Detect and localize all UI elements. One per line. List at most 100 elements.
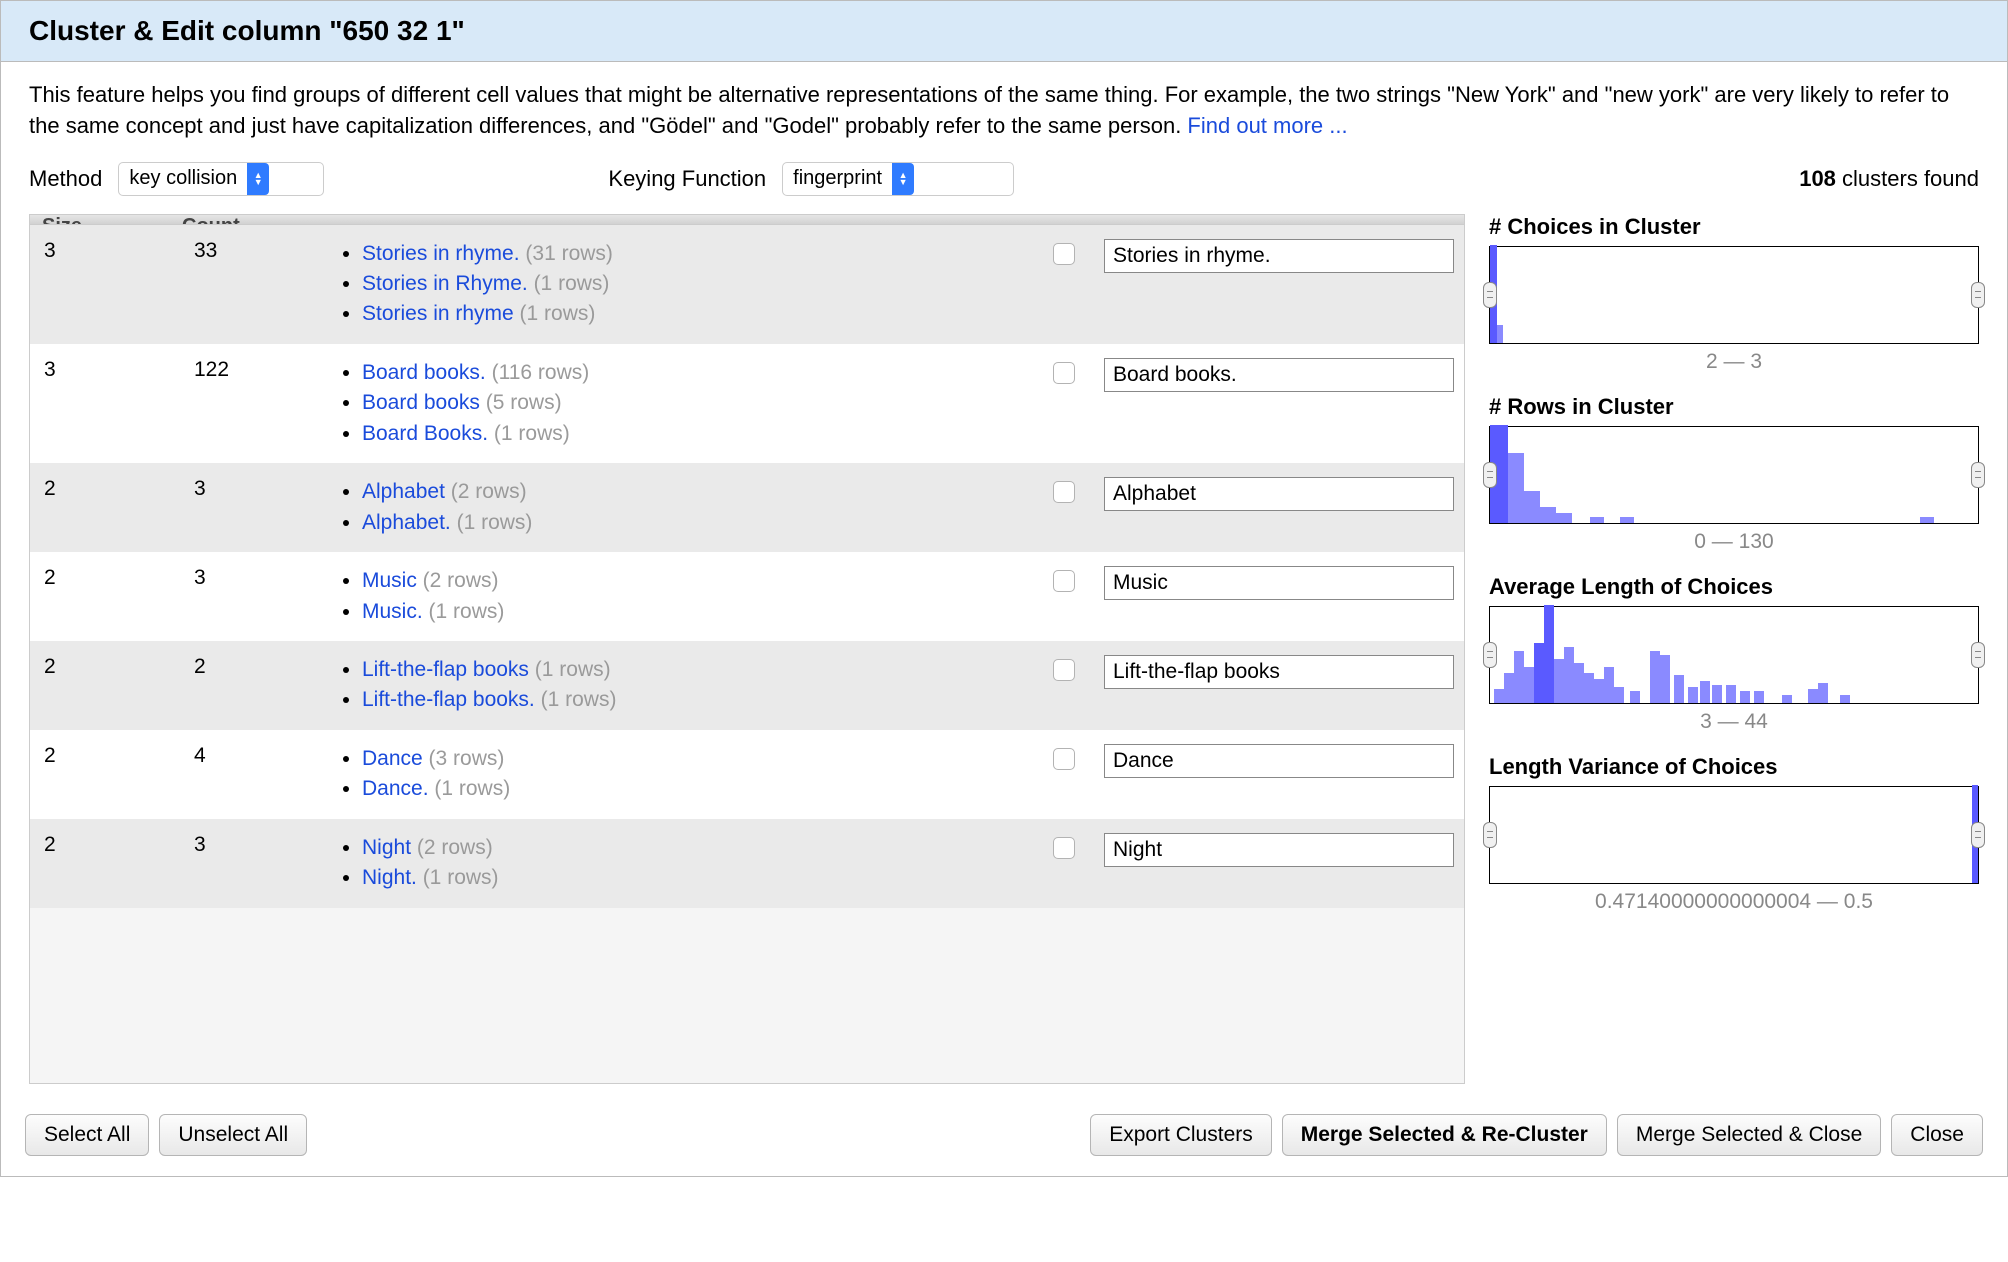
merge-recluster-button[interactable]: Merge Selected & Re-Cluster bbox=[1282, 1114, 1607, 1156]
table-row: 23Music (2 rows)Music. (1 rows) bbox=[30, 552, 1464, 641]
merge-checkbox[interactable] bbox=[1053, 481, 1075, 503]
value-link[interactable]: Board books. bbox=[362, 361, 486, 384]
merge-value-cell bbox=[1104, 477, 1454, 511]
merge-value-input[interactable] bbox=[1104, 833, 1454, 867]
rows-facet: # Rows in Cluster 0 — 130 bbox=[1489, 394, 1979, 554]
chevron-updown-icon: ▲▼ bbox=[247, 163, 269, 195]
merge-checkbox[interactable] bbox=[1053, 837, 1075, 859]
value-link[interactable]: Dance bbox=[362, 747, 423, 770]
select-all-button[interactable]: Select All bbox=[25, 1114, 149, 1156]
merge-checkbox[interactable] bbox=[1053, 659, 1075, 681]
merge-value-input[interactable] bbox=[1104, 744, 1454, 778]
value-rows: (5 rows) bbox=[480, 391, 562, 414]
merge-value-input[interactable] bbox=[1104, 655, 1454, 689]
controls-row: Method key collision ▲▼ Keying Function … bbox=[29, 162, 1979, 196]
value-link[interactable]: Music bbox=[362, 569, 417, 592]
slider-handle-right[interactable] bbox=[1971, 642, 1985, 668]
rows-histogram[interactable] bbox=[1489, 426, 1979, 524]
value-link[interactable]: Night bbox=[362, 836, 411, 859]
row-count: 2 bbox=[194, 655, 334, 679]
row-count: 3 bbox=[194, 566, 334, 590]
merge-checkbox-cell bbox=[1024, 477, 1104, 503]
clusters-count: 108 bbox=[1799, 166, 1836, 191]
value-rows: (2 rows) bbox=[445, 480, 527, 503]
method-select[interactable]: key collision ▲▼ bbox=[118, 162, 324, 196]
merge-value-input[interactable] bbox=[1104, 239, 1454, 273]
merge-value-input[interactable] bbox=[1104, 566, 1454, 600]
value-link[interactable]: Board Books. bbox=[362, 422, 488, 445]
list-item: Dance (3 rows) bbox=[362, 744, 1024, 774]
value-link[interactable]: Lift-the-flap books bbox=[362, 658, 529, 681]
slider-handle-right[interactable] bbox=[1971, 822, 1985, 848]
value-rows: (1 rows) bbox=[417, 866, 499, 889]
cluster-size: 2 bbox=[44, 833, 194, 857]
export-clusters-button[interactable]: Export Clusters bbox=[1090, 1114, 1272, 1156]
avg-len-range: 3 — 44 bbox=[1489, 710, 1979, 734]
value-rows: (1 rows) bbox=[528, 272, 610, 295]
choices-range: 2 — 3 bbox=[1489, 350, 1979, 374]
table-row: 24Dance (3 rows)Dance. (1 rows) bbox=[30, 730, 1464, 819]
choices-facet: # Choices in Cluster 2 — 3 bbox=[1489, 214, 1979, 374]
value-link[interactable]: Alphabet bbox=[362, 480, 445, 503]
row-count: 33 bbox=[194, 239, 334, 263]
value-link[interactable]: Dance. bbox=[362, 777, 429, 800]
cluster-edit-dialog: Cluster & Edit column "650 32 1" This fe… bbox=[0, 0, 2008, 1177]
slider-handle-left[interactable] bbox=[1483, 462, 1497, 488]
table-header-row: Size Count bbox=[30, 215, 1464, 225]
rows-range: 0 — 130 bbox=[1489, 530, 1979, 554]
merge-close-button[interactable]: Merge Selected & Close bbox=[1617, 1114, 1881, 1156]
slider-handle-left[interactable] bbox=[1483, 822, 1497, 848]
merge-checkbox-cell bbox=[1024, 239, 1104, 265]
list-item: Alphabet. (1 rows) bbox=[362, 508, 1024, 538]
find-out-more-link[interactable]: Find out more ... bbox=[1187, 113, 1347, 138]
keying-function-select[interactable]: fingerprint ▲▼ bbox=[782, 162, 1014, 196]
list-item: Stories in rhyme. (31 rows) bbox=[362, 239, 1024, 269]
value-link[interactable]: Board books bbox=[362, 391, 480, 414]
list-item: Dance. (1 rows) bbox=[362, 774, 1024, 804]
len-var-facet: Length Variance of Choices 0.47140000000… bbox=[1489, 754, 1979, 914]
value-rows: (1 rows) bbox=[514, 302, 596, 325]
merge-value-input[interactable] bbox=[1104, 477, 1454, 511]
dialog-title: Cluster & Edit column "650 32 1" bbox=[29, 15, 1979, 47]
table-row: 23Night (2 rows)Night. (1 rows) bbox=[30, 819, 1464, 908]
value-link[interactable]: Night. bbox=[362, 866, 417, 889]
merge-checkbox[interactable] bbox=[1053, 570, 1075, 592]
method-label: Method bbox=[29, 166, 102, 192]
value-link[interactable]: Stories in Rhyme. bbox=[362, 272, 528, 295]
value-rows: (2 rows) bbox=[417, 569, 499, 592]
value-link[interactable]: Music. bbox=[362, 600, 423, 623]
unselect-all-button[interactable]: Unselect All bbox=[159, 1114, 307, 1156]
avg-len-title: Average Length of Choices bbox=[1489, 574, 1979, 600]
merge-checkbox-cell bbox=[1024, 833, 1104, 859]
avg-len-histogram[interactable] bbox=[1489, 606, 1979, 704]
list-item: Night (2 rows) bbox=[362, 833, 1024, 863]
merge-value-input[interactable] bbox=[1104, 358, 1454, 392]
slider-handle-left[interactable] bbox=[1483, 642, 1497, 668]
value-rows: (1 rows) bbox=[451, 511, 533, 534]
merge-checkbox-cell bbox=[1024, 566, 1104, 592]
list-item: Music (2 rows) bbox=[362, 566, 1024, 596]
col-count-header: Count bbox=[182, 215, 322, 224]
clusters-found-label: 108 clusters found bbox=[1799, 166, 1979, 192]
slider-handle-right[interactable] bbox=[1971, 462, 1985, 488]
table-row: 3122Board books. (116 rows)Board books (… bbox=[30, 344, 1464, 463]
close-button[interactable]: Close bbox=[1891, 1114, 1983, 1156]
clusters-table[interactable]: Size Count 333Stories in rhyme. (31 rows… bbox=[29, 214, 1465, 1084]
slider-handle-right[interactable] bbox=[1971, 282, 1985, 308]
slider-handle-left[interactable] bbox=[1483, 282, 1497, 308]
value-link[interactable]: Lift-the-flap books. bbox=[362, 688, 535, 711]
choices-histogram[interactable] bbox=[1489, 246, 1979, 344]
rows-title: # Rows in Cluster bbox=[1489, 394, 1979, 420]
facets-sidebar: # Choices in Cluster 2 — 3 # Rows in Clu… bbox=[1489, 214, 1979, 1084]
list-item: Lift-the-flap books (1 rows) bbox=[362, 655, 1024, 685]
clusters-suffix: clusters found bbox=[1836, 166, 1979, 191]
len-var-histogram[interactable] bbox=[1489, 786, 1979, 884]
value-link[interactable]: Stories in rhyme bbox=[362, 302, 514, 325]
dialog-header: Cluster & Edit column "650 32 1" bbox=[1, 1, 2007, 62]
row-count: 4 bbox=[194, 744, 334, 768]
value-link[interactable]: Alphabet. bbox=[362, 511, 451, 534]
merge-checkbox[interactable] bbox=[1053, 362, 1075, 384]
merge-checkbox[interactable] bbox=[1053, 748, 1075, 770]
value-link[interactable]: Stories in rhyme. bbox=[362, 242, 520, 265]
merge-checkbox[interactable] bbox=[1053, 243, 1075, 265]
